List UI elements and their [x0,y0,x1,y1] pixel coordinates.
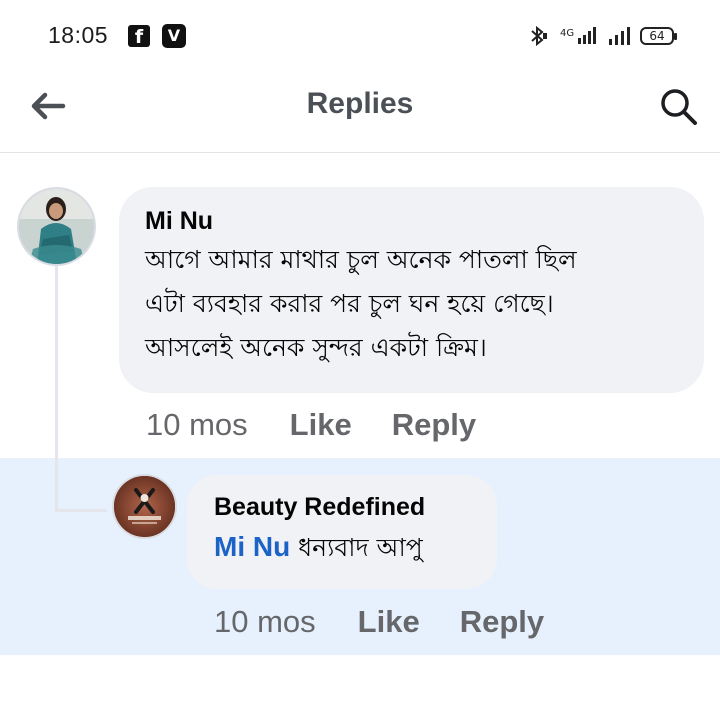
replies-header: Replies [0,72,720,153]
facebook-notification-icon: f [128,25,150,48]
reply-timestamp[interactable]: 10 mos [214,604,316,640]
battery-icon: 64 [640,27,677,45]
avatar-mi-nu[interactable] [17,187,96,266]
v-app-notification-icon: V [162,24,186,48]
comment-author[interactable]: Mi Nu [145,207,678,236]
avatar-beauty-redefined[interactable] [112,474,177,539]
brand-logo-icon [114,476,175,537]
reply-author[interactable]: Beauty Redefined [214,493,470,522]
comment-line: আগে আমার মাথার চুল অনেক পাতলা ছিল [145,245,577,274]
status-time: 18:05 [48,22,109,48]
mention-link[interactable]: Mi Nu [214,531,290,562]
reply-bubble[interactable]: Beauty Redefined Mi Nu ধন্যবাদ আপু [187,475,497,589]
reply-reply-button[interactable]: Reply [460,604,544,640]
comment-bubble[interactable]: Mi Nu আগে আমার মাথার চুল অনেক পাতলা ছিল … [119,187,704,393]
comment-line: এটা ব্যবহার করার পর চুল ঘন হয়ে গেছে। [145,289,554,318]
comment-timestamp[interactable]: 10 mos [146,407,248,443]
reply-like-button[interactable]: Like [358,604,420,640]
thread-connector-branch [55,509,107,512]
thread-connector [55,266,58,512]
status-icons: 4G 64 [527,24,677,48]
comment-reply-button[interactable]: Reply [392,407,476,443]
comment-actions: 10 mos Like Reply [146,407,516,443]
search-button[interactable] [656,84,702,130]
bluetooth-icon [531,25,547,47]
reply-actions: 10 mos Like Reply [214,604,584,640]
reply-message: ধন্যবাদ আপু [290,533,423,562]
comment-line: আসলেই অনেক সুন্দর একটা ক্রিম। [145,333,487,362]
reply-text: Mi Nu ধন্যবাদ আপু [214,528,470,567]
page-title: Replies [306,87,414,120]
profile-photo-icon [19,189,94,264]
comment-text: আগে আমার মাথার চুল অনেক পাতলা ছিল এটা ব্… [145,238,678,370]
svg-text:4G: 4G [560,28,574,39]
comment-like-button[interactable]: Like [290,407,352,443]
search-icon [661,89,697,125]
signal-bars-icon [609,27,630,45]
status-bar: 18:05 f V 4G 64 [0,0,720,72]
4g-signal-icon: 4G [560,27,596,44]
